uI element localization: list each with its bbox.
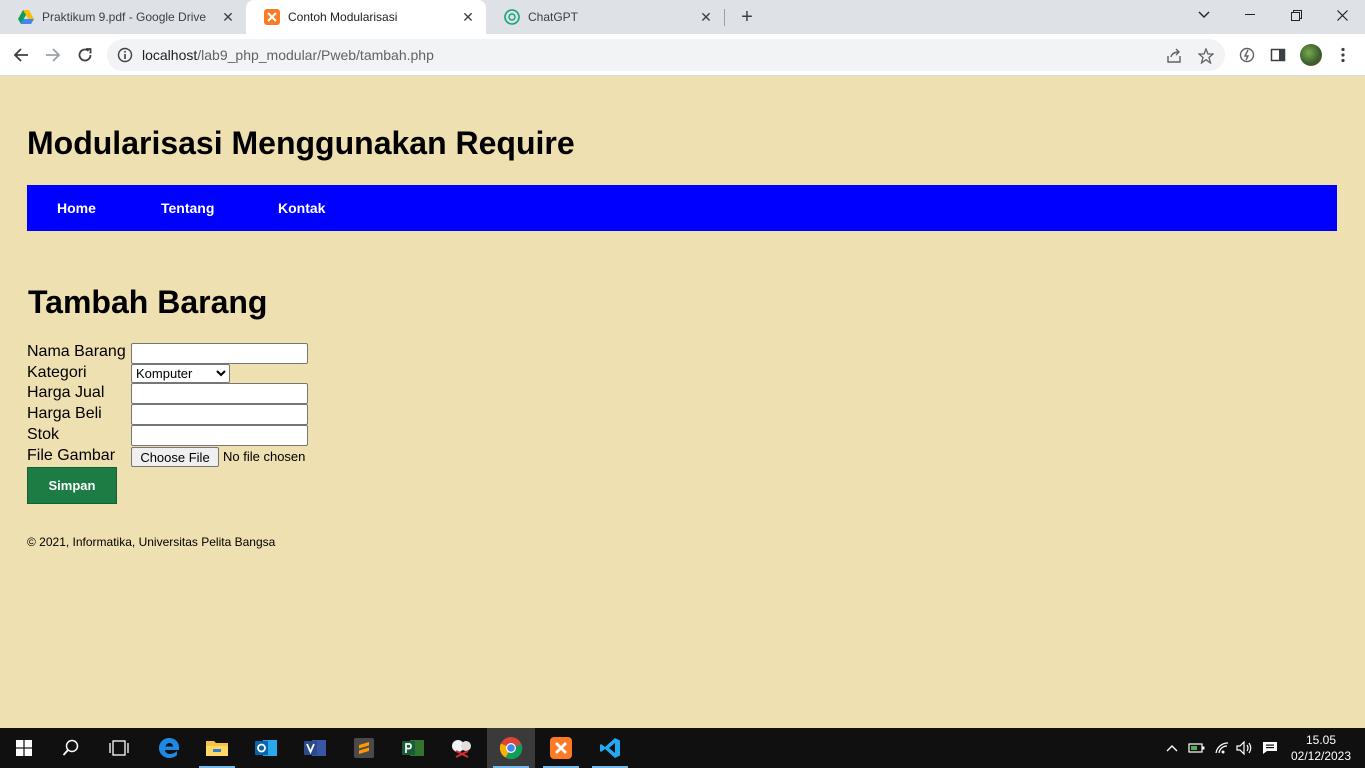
taskbar-project[interactable]: [389, 728, 437, 768]
chatgpt-icon: [504, 9, 520, 25]
visio-icon: [304, 740, 326, 756]
bookmark-star-icon[interactable]: [1197, 47, 1215, 65]
kategori-select[interactable]: Komputer: [131, 364, 230, 383]
simpan-button[interactable]: Simpan: [27, 467, 117, 504]
clock-date: 02/12/2023: [1290, 749, 1352, 763]
label-harga-beli: Harga Beli: [27, 405, 102, 422]
forward-button[interactable]: [39, 41, 67, 69]
extension-icon[interactable]: [1237, 45, 1257, 65]
footer-copyright: © 2021, Informatika, Universitas Pelita …: [27, 535, 276, 549]
address-bar[interactable]: localhost/lab9_php_modular/Pweb/tambah.p…: [107, 39, 1225, 71]
windows-start-icon: [16, 740, 32, 756]
label-kategori: Kategori: [27, 364, 87, 381]
close-tab-icon[interactable]: ✕: [218, 7, 238, 27]
back-arrow-icon: [13, 48, 28, 62]
harga-beli-input[interactable]: [131, 404, 308, 425]
notification-center-icon[interactable]: [1260, 738, 1280, 758]
windows-taskbar: 15.05 02/12/2023: [0, 728, 1365, 768]
taskbar-vscode[interactable]: [586, 728, 634, 768]
taskbar-search-button[interactable]: [47, 728, 95, 768]
wifi-icon[interactable]: [1212, 738, 1232, 758]
minimize-icon: [1245, 14, 1255, 15]
page-heading: Tambah Barang: [28, 284, 268, 320]
browser-toolbar: localhost/lab9_php_modular/Pweb/tambah.p…: [0, 34, 1365, 76]
reload-icon: [78, 48, 92, 62]
taskbar-xampp[interactable]: [537, 728, 585, 768]
label-nama-barang: Nama Barang: [27, 343, 126, 360]
share-icon[interactable]: [1165, 47, 1183, 65]
label-file-gambar: File Gambar: [27, 447, 116, 464]
chrome-icon: [499, 737, 523, 760]
harga-jual-input[interactable]: [131, 383, 308, 404]
restore-icon: [1290, 9, 1302, 21]
tab-search-button[interactable]: [1181, 0, 1227, 30]
minimize-button[interactable]: [1227, 0, 1273, 30]
volume-icon[interactable]: [1235, 738, 1255, 758]
site-title: Modularisasi Menggunakan Require: [27, 125, 575, 161]
battery-icon[interactable]: [1187, 738, 1207, 758]
sublime-text-icon: [354, 738, 374, 758]
nav-link-home[interactable]: Home: [57, 200, 96, 216]
nama-barang-input[interactable]: [131, 343, 308, 364]
site-nav: Home Tentang Kontak: [27, 185, 1337, 231]
outlook-icon: [255, 740, 277, 756]
chevron-up-icon: [1166, 745, 1178, 752]
taskbar-file-explorer[interactable]: [193, 728, 241, 768]
task-view-button[interactable]: [95, 728, 143, 768]
nav-link-kontak[interactable]: Kontak: [278, 200, 325, 216]
taskbar-chrome[interactable]: [487, 728, 535, 768]
taskbar-outlook[interactable]: [242, 728, 290, 768]
tab-title: Contoh Modularisasi: [288, 10, 398, 24]
clock-time: 15.05: [1305, 733, 1337, 747]
taskbar-clock[interactable]: 15.05 02/12/2023: [1286, 732, 1356, 764]
restore-button[interactable]: [1273, 0, 1319, 30]
windows-start-button[interactable]: [0, 728, 48, 768]
chrome-menu-icon[interactable]: [1333, 45, 1353, 65]
back-button[interactable]: [7, 41, 35, 69]
reload-button[interactable]: [71, 41, 99, 69]
url-path: /lab9_php_modular/Pweb/tambah.php: [197, 47, 434, 63]
vscode-icon: [600, 738, 620, 758]
choose-file-button[interactable]: Choose File: [131, 447, 219, 467]
snipping-tool-icon: [452, 740, 471, 758]
browser-tab-strip: Praktikum 9.pdf - Google Drive ✕ Contoh …: [0, 0, 1365, 34]
tab-title: ChatGPT: [528, 10, 579, 24]
close-icon: [1336, 9, 1348, 21]
taskbar-sublime-text[interactable]: [340, 728, 388, 768]
new-tab-button[interactable]: +: [735, 5, 759, 29]
search-icon: [62, 739, 79, 756]
tab-chatgpt[interactable]: ChatGPT ✕: [486, 0, 724, 34]
url-text: localhost/lab9_php_modular/Pweb/tambah.p…: [142, 47, 434, 63]
taskbar-edge[interactable]: [145, 728, 193, 768]
project-icon: [402, 740, 424, 756]
close-tab-icon[interactable]: ✕: [458, 7, 478, 27]
nav-link-tentang[interactable]: Tentang: [161, 200, 214, 216]
side-panel-icon[interactable]: [1268, 45, 1288, 65]
xampp-icon: [264, 9, 280, 25]
edge-icon: [159, 738, 179, 758]
show-hidden-icons-button[interactable]: [1162, 738, 1182, 758]
close-window-button[interactable]: [1319, 0, 1365, 30]
label-stok: Stok: [27, 426, 60, 443]
tab-contoh-modularisasi[interactable]: Contoh Modularisasi ✕: [246, 0, 486, 34]
page-content: Modularisasi Menggunakan Require Home Te…: [0, 77, 1365, 728]
tab-title: Praktikum 9.pdf - Google Drive: [42, 10, 207, 24]
forward-arrow-icon: [46, 48, 61, 62]
close-tab-icon[interactable]: ✕: [696, 7, 716, 27]
site-info-icon[interactable]: [117, 47, 133, 63]
chevron-down-icon: [1198, 11, 1210, 18]
google-drive-icon: [18, 9, 34, 25]
url-host: localhost: [142, 47, 198, 63]
taskbar-visio[interactable]: [291, 728, 339, 768]
taskbar-snipping-tool[interactable]: [438, 728, 486, 768]
label-harga-jual: Harga Jual: [27, 384, 105, 401]
tab-google-drive[interactable]: Praktikum 9.pdf - Google Drive ✕: [0, 0, 246, 34]
stok-input[interactable]: [131, 425, 308, 446]
task-view-icon: [109, 740, 129, 756]
profile-avatar[interactable]: [1300, 44, 1322, 66]
file-explorer-icon: [206, 741, 228, 756]
xampp-icon: [550, 737, 572, 759]
file-status-text: No file chosen: [223, 449, 306, 464]
tab-separator: [724, 9, 725, 26]
